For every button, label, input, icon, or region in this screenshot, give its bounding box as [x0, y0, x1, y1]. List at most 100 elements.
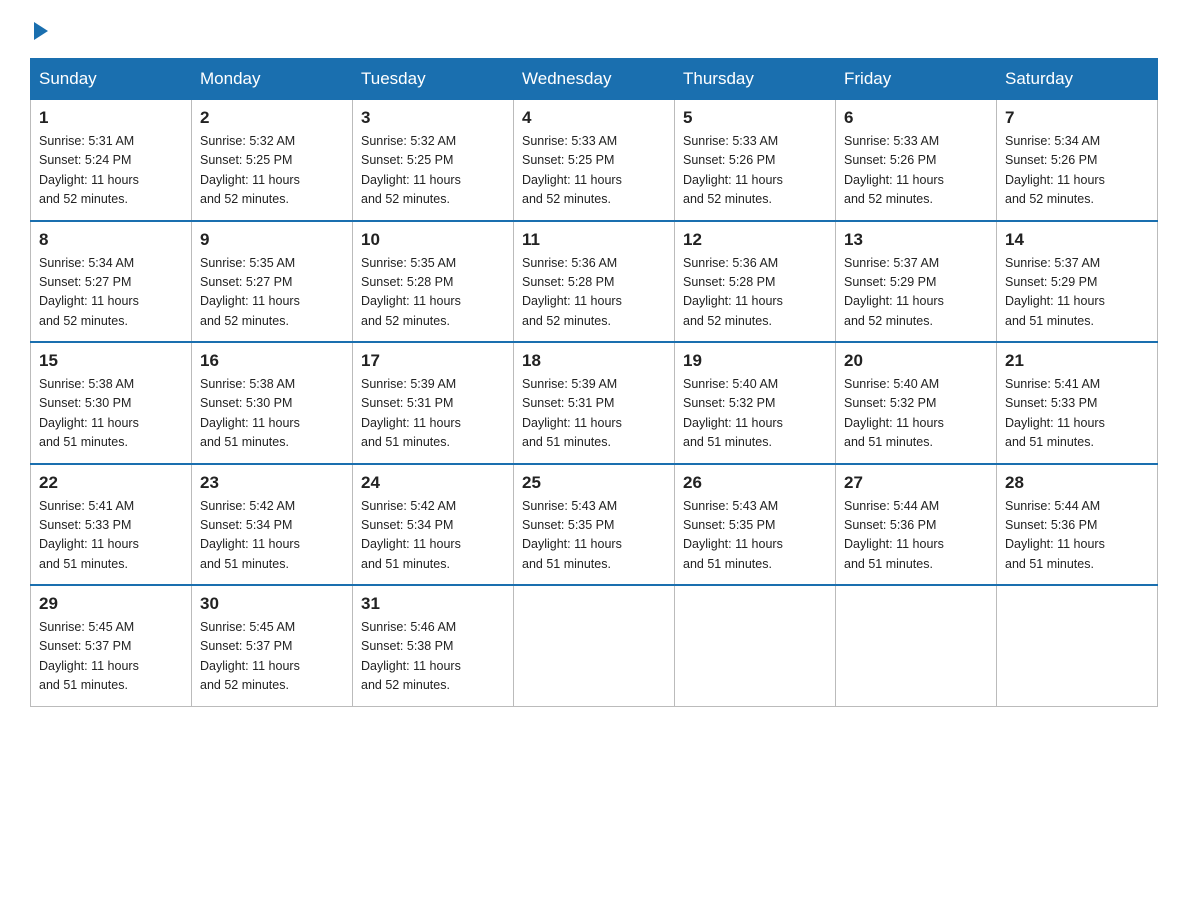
day-number: 19 [683, 351, 827, 371]
calendar-cell: 1 Sunrise: 5:31 AMSunset: 5:24 PMDaylight… [31, 100, 192, 221]
day-info: Sunrise: 5:44 AMSunset: 5:36 PMDaylight:… [1005, 497, 1149, 575]
day-info: Sunrise: 5:38 AMSunset: 5:30 PMDaylight:… [200, 375, 344, 453]
day-number: 15 [39, 351, 183, 371]
calendar-header-saturday: Saturday [997, 59, 1158, 100]
calendar-header-row: SundayMondayTuesdayWednesdayThursdayFrid… [31, 59, 1158, 100]
calendar-cell: 31 Sunrise: 5:46 AMSunset: 5:38 PMDayligh… [353, 585, 514, 706]
day-number: 21 [1005, 351, 1149, 371]
day-number: 3 [361, 108, 505, 128]
calendar-week-row: 8 Sunrise: 5:34 AMSunset: 5:27 PMDaylight… [31, 221, 1158, 343]
calendar-cell: 4 Sunrise: 5:33 AMSunset: 5:25 PMDaylight… [514, 100, 675, 221]
calendar-cell [675, 585, 836, 706]
day-number: 11 [522, 230, 666, 250]
day-info: Sunrise: 5:42 AMSunset: 5:34 PMDaylight:… [361, 497, 505, 575]
calendar-header-friday: Friday [836, 59, 997, 100]
day-number: 6 [844, 108, 988, 128]
day-info: Sunrise: 5:33 AMSunset: 5:25 PMDaylight:… [522, 132, 666, 210]
day-number: 20 [844, 351, 988, 371]
calendar-cell: 20 Sunrise: 5:40 AMSunset: 5:32 PMDayligh… [836, 342, 997, 464]
day-info: Sunrise: 5:35 AMSunset: 5:27 PMDaylight:… [200, 254, 344, 332]
day-info: Sunrise: 5:32 AMSunset: 5:25 PMDaylight:… [200, 132, 344, 210]
calendar-cell: 3Sunrise: 5:32 AMSunset: 5:25 PMDaylight… [353, 100, 514, 221]
day-number: 16 [200, 351, 344, 371]
calendar-cell: 9Sunrise: 5:35 AMSunset: 5:27 PMDaylight… [192, 221, 353, 343]
day-info: Sunrise: 5:43 AMSunset: 5:35 PMDaylight:… [683, 497, 827, 575]
logo-arrow-icon [34, 22, 48, 40]
calendar-header-monday: Monday [192, 59, 353, 100]
calendar-week-row: 29Sunrise: 5:45 AMSunset: 5:37 PMDayligh… [31, 585, 1158, 706]
logo [30, 20, 48, 40]
day-number: 2 [200, 108, 344, 128]
day-number: 13 [844, 230, 988, 250]
calendar-cell: 15 Sunrise: 5:38 AMSunset: 5:30 PMDayligh… [31, 342, 192, 464]
calendar-cell: 22 Sunrise: 5:41 AMSunset: 5:33 PMDayligh… [31, 464, 192, 586]
day-info: Sunrise: 5:40 AMSunset: 5:32 PMDaylight:… [683, 375, 827, 453]
calendar-cell: 21 Sunrise: 5:41 AMSunset: 5:33 PMDayligh… [997, 342, 1158, 464]
calendar-cell: 2 Sunrise: 5:32 AMSunset: 5:25 PMDaylight… [192, 100, 353, 221]
day-number: 10 [361, 230, 505, 250]
day-number: 1 [39, 108, 183, 128]
day-info: Sunrise: 5:38 AMSunset: 5:30 PMDaylight:… [39, 375, 183, 453]
day-info: Sunrise: 5:35 AMSunset: 5:28 PMDaylight:… [361, 254, 505, 332]
day-info: Sunrise: 5:42 AMSunset: 5:34 PMDaylight:… [200, 497, 344, 575]
calendar-cell: 27 Sunrise: 5:44 AMSunset: 5:36 PMDayligh… [836, 464, 997, 586]
day-info: Sunrise: 5:44 AMSunset: 5:36 PMDaylight:… [844, 497, 988, 575]
day-number: 5 [683, 108, 827, 128]
day-info: Sunrise: 5:37 AMSunset: 5:29 PMDaylight:… [1005, 254, 1149, 332]
day-number: 22 [39, 473, 183, 493]
calendar-cell: 30 Sunrise: 5:45 AMSunset: 5:37 PMDayligh… [192, 585, 353, 706]
calendar-cell [836, 585, 997, 706]
day-number: 18 [522, 351, 666, 371]
calendar-cell [514, 585, 675, 706]
calendar-cell: 5Sunrise: 5:33 AMSunset: 5:26 PMDaylight… [675, 100, 836, 221]
calendar-header-sunday: Sunday [31, 59, 192, 100]
calendar-cell: 16 Sunrise: 5:38 AMSunset: 5:30 PMDayligh… [192, 342, 353, 464]
day-number: 17 [361, 351, 505, 371]
day-info: Sunrise: 5:41 AMSunset: 5:33 PMDaylight:… [1005, 375, 1149, 453]
day-info: Sunrise: 5:39 AMSunset: 5:31 PMDaylight:… [522, 375, 666, 453]
day-number: 25 [522, 473, 666, 493]
day-info: Sunrise: 5:43 AMSunset: 5:35 PMDaylight:… [522, 497, 666, 575]
calendar-cell: 14Sunrise: 5:37 AMSunset: 5:29 PMDayligh… [997, 221, 1158, 343]
day-info: Sunrise: 5:45 AMSunset: 5:37 PMDaylight:… [200, 618, 344, 696]
calendar-cell: 18 Sunrise: 5:39 AMSunset: 5:31 PMDayligh… [514, 342, 675, 464]
page-header [30, 20, 1158, 40]
calendar-cell: 12Sunrise: 5:36 AMSunset: 5:28 PMDayligh… [675, 221, 836, 343]
day-number: 30 [200, 594, 344, 614]
day-info: Sunrise: 5:33 AMSunset: 5:26 PMDaylight:… [844, 132, 988, 210]
day-number: 23 [200, 473, 344, 493]
calendar-cell: 8 Sunrise: 5:34 AMSunset: 5:27 PMDaylight… [31, 221, 192, 343]
calendar-cell: 10 Sunrise: 5:35 AMSunset: 5:28 PMDayligh… [353, 221, 514, 343]
day-number: 27 [844, 473, 988, 493]
day-number: 26 [683, 473, 827, 493]
day-info: Sunrise: 5:31 AMSunset: 5:24 PMDaylight:… [39, 132, 183, 210]
day-number: 28 [1005, 473, 1149, 493]
calendar-cell: 29Sunrise: 5:45 AMSunset: 5:37 PMDayligh… [31, 585, 192, 706]
day-number: 4 [522, 108, 666, 128]
calendar-table: SundayMondayTuesdayWednesdayThursdayFrid… [30, 58, 1158, 707]
calendar-cell [997, 585, 1158, 706]
calendar-week-row: 1 Sunrise: 5:31 AMSunset: 5:24 PMDaylight… [31, 100, 1158, 221]
calendar-cell: 28 Sunrise: 5:44 AMSunset: 5:36 PMDayligh… [997, 464, 1158, 586]
day-info: Sunrise: 5:40 AMSunset: 5:32 PMDaylight:… [844, 375, 988, 453]
calendar-cell: 25 Sunrise: 5:43 AMSunset: 5:35 PMDayligh… [514, 464, 675, 586]
day-info: Sunrise: 5:39 AMSunset: 5:31 PMDaylight:… [361, 375, 505, 453]
calendar-header-tuesday: Tuesday [353, 59, 514, 100]
calendar-cell: 7Sunrise: 5:34 AMSunset: 5:26 PMDaylight… [997, 100, 1158, 221]
day-info: Sunrise: 5:34 AMSunset: 5:27 PMDaylight:… [39, 254, 183, 332]
calendar-week-row: 22 Sunrise: 5:41 AMSunset: 5:33 PMDayligh… [31, 464, 1158, 586]
calendar-cell: 26 Sunrise: 5:43 AMSunset: 5:35 PMDayligh… [675, 464, 836, 586]
day-number: 8 [39, 230, 183, 250]
day-info: Sunrise: 5:45 AMSunset: 5:37 PMDaylight:… [39, 618, 183, 696]
calendar-week-row: 15 Sunrise: 5:38 AMSunset: 5:30 PMDayligh… [31, 342, 1158, 464]
day-number: 31 [361, 594, 505, 614]
day-info: Sunrise: 5:46 AMSunset: 5:38 PMDaylight:… [361, 618, 505, 696]
calendar-cell: 6 Sunrise: 5:33 AMSunset: 5:26 PMDaylight… [836, 100, 997, 221]
day-number: 24 [361, 473, 505, 493]
day-info: Sunrise: 5:41 AMSunset: 5:33 PMDaylight:… [39, 497, 183, 575]
calendar-cell: 23 Sunrise: 5:42 AMSunset: 5:34 PMDayligh… [192, 464, 353, 586]
day-number: 12 [683, 230, 827, 250]
calendar-cell: 17 Sunrise: 5:39 AMSunset: 5:31 PMDayligh… [353, 342, 514, 464]
calendar-cell: 24 Sunrise: 5:42 AMSunset: 5:34 PMDayligh… [353, 464, 514, 586]
day-number: 7 [1005, 108, 1149, 128]
